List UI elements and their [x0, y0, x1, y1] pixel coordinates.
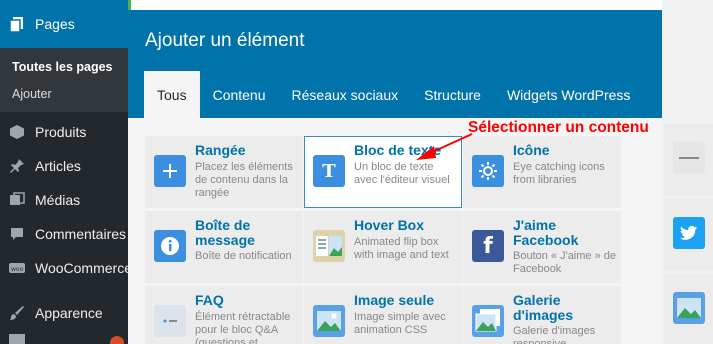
- pages-icon: [9, 16, 25, 33]
- tab-structure[interactable]: Structure: [411, 71, 494, 118]
- products-icon: [9, 124, 25, 140]
- annotation-text: Sélectionner un contenu: [468, 119, 649, 136]
- sidebar-item-articles[interactable]: Articles: [0, 149, 128, 183]
- element-desc: Élément rétractable pour le bloc Q&A (qu…: [195, 311, 291, 344]
- element-single-image[interactable]: Image seule Image simple avec animation …: [304, 286, 462, 344]
- element-facebook-like[interactable]: f J'aime Facebook Bouton « J'aime » de F…: [463, 211, 621, 283]
- sidebar-item-woocommerce[interactable]: woo WooCommerce: [0, 251, 132, 285]
- element-message-box[interactable]: Boîte de message Boîte de notification: [145, 211, 303, 283]
- tab-wp-widgets[interactable]: Widgets WordPress: [494, 71, 643, 118]
- brush-icon: [9, 305, 25, 321]
- annotation-arrow: [416, 133, 473, 160]
- element-desc: Bouton « J'aime » de Facebook: [513, 250, 617, 275]
- sidebar-item-label: Produits: [35, 124, 87, 140]
- element-desc: Un bloc de texte avec l'éditeur visuel: [354, 161, 450, 186]
- element-faq[interactable]: FAQ Élément rétractable pour le bloc Q&A…: [145, 286, 303, 344]
- sidebar-item-label: Commentaires: [35, 226, 127, 242]
- sidebar-item-label: Articles: [35, 158, 81, 174]
- element-title: Rangée: [195, 142, 246, 158]
- element-title: Image seule: [354, 292, 435, 308]
- sidebar-item-media[interactable]: Médias: [0, 183, 128, 217]
- admin-sidebar: Pages Toutes les pages Ajouter Produits …: [0, 0, 132, 344]
- media-icon: [9, 192, 25, 208]
- element-desc: Boîte de notification: [195, 250, 292, 262]
- comment-icon: [9, 226, 25, 242]
- modal-header: Ajouter un élément Tous Contenu Réseaux …: [128, 10, 662, 118]
- pages-submenu: [0, 48, 128, 112]
- screen: Pages Toutes les pages Ajouter Produits …: [0, 0, 713, 344]
- twitter-icon: [673, 217, 705, 249]
- partial-card-2[interactable]: [664, 199, 713, 271]
- submenu-add[interactable]: Ajouter: [12, 87, 52, 101]
- sidebar-item-label: Apparence: [35, 305, 103, 321]
- category-tabs: Tous Contenu Réseaux sociaux Structure W…: [144, 71, 643, 118]
- element-title: Icône: [513, 142, 550, 158]
- element-title: FAQ: [195, 292, 224, 308]
- sidebar-item-label: WooCommerce: [35, 260, 132, 276]
- element-title: Boîte de message: [195, 217, 255, 248]
- gallery-icon: [472, 305, 504, 337]
- woo-icon: woo: [9, 260, 25, 276]
- plus-icon: [154, 155, 186, 187]
- separator-icon: [673, 142, 705, 174]
- element-desc: Eye catching icons from libraries: [513, 161, 605, 186]
- sidebar-item-appearance[interactable]: Apparence: [0, 296, 128, 330]
- image-icon: [673, 292, 705, 324]
- modal-title: Ajouter un élément: [145, 30, 305, 51]
- svg-text:woo: woo: [11, 266, 24, 273]
- next-menu-icon: [9, 334, 25, 344]
- tab-all[interactable]: Tous: [144, 71, 200, 118]
- pin-icon: [9, 158, 25, 174]
- element-row[interactable]: Rangée Placez les éléments de contenu da…: [145, 136, 303, 208]
- info-icon: [154, 230, 186, 262]
- element-desc: Galerie d'images responsive: [513, 325, 596, 344]
- sidebar-item-label: Pages: [35, 16, 75, 32]
- element-desc: Animated flip box with image and text: [354, 236, 449, 261]
- element-image-gallery[interactable]: Galerie d'images Galerie d'images respon…: [463, 286, 621, 344]
- update-badge: [110, 336, 124, 344]
- element-hover-box[interactable]: Hover Box Animated flip box with image a…: [304, 211, 462, 283]
- facebook-icon: f: [472, 230, 504, 262]
- sidebar-item-label: Médias: [35, 192, 81, 208]
- text-block-icon: T: [313, 155, 345, 187]
- element-title: J'aime Facebook: [513, 217, 579, 248]
- element-desc: Image simple avec animation CSS: [354, 311, 446, 336]
- partial-card-1[interactable]: [664, 124, 713, 196]
- element-title: Hover Box: [354, 217, 425, 233]
- sun-icon: [472, 155, 504, 187]
- partial-card-3[interactable]: [664, 274, 713, 344]
- hover-box-icon: [313, 230, 345, 262]
- tab-social[interactable]: Réseaux sociaux: [279, 71, 412, 118]
- editor-background-right: [662, 0, 713, 344]
- image-icon: [313, 305, 345, 337]
- sidebar-item-products[interactable]: Produits: [0, 115, 128, 149]
- element-icon[interactable]: Icône Eye catching icons from libraries: [463, 136, 621, 208]
- element-desc: Placez les éléments de contenu dans la r…: [195, 161, 293, 199]
- add-element-modal: Ajouter un élément Tous Contenu Réseaux …: [128, 10, 662, 344]
- faq-icon: [154, 305, 186, 337]
- tab-content[interactable]: Contenu: [200, 71, 279, 118]
- element-title: Galerie d'images: [513, 292, 574, 323]
- sidebar-item-pages[interactable]: Pages: [0, 0, 128, 48]
- submenu-all-pages[interactable]: Toutes les pages: [12, 60, 113, 74]
- sidebar-item-comments[interactable]: Commentaires: [0, 217, 128, 251]
